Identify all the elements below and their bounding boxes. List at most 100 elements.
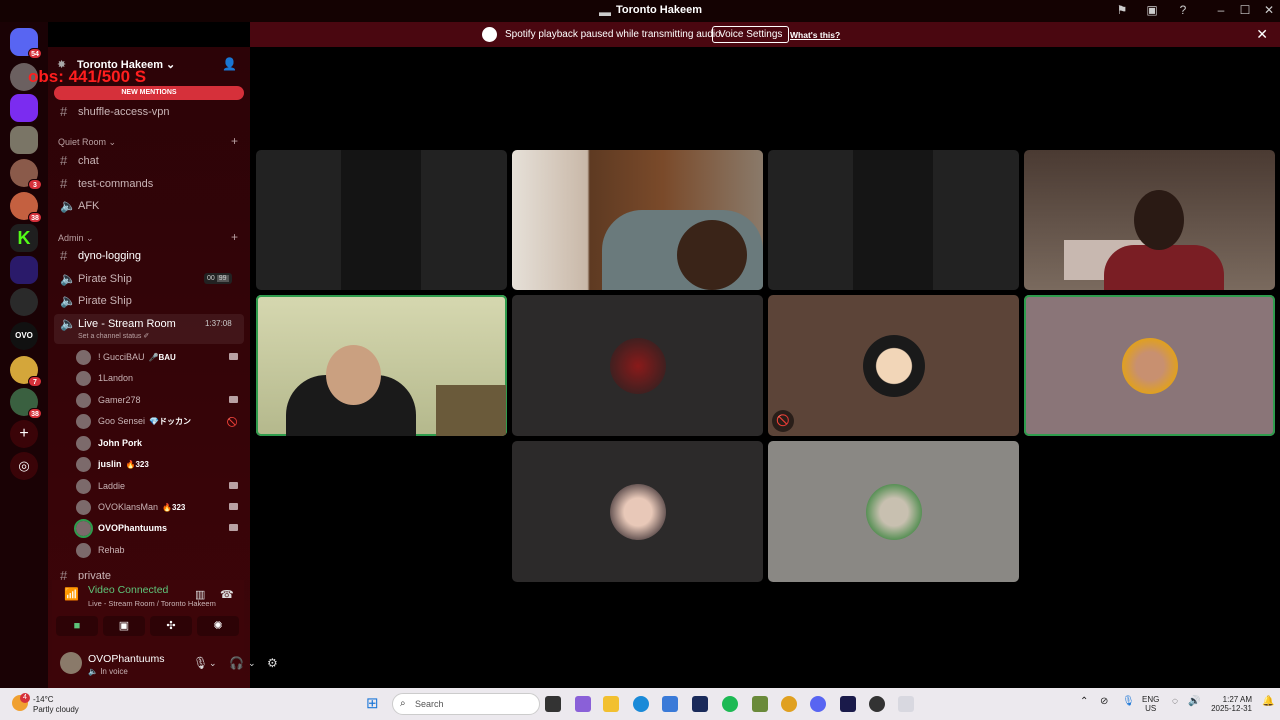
video-tile[interactable] <box>768 441 1019 582</box>
edge-icon[interactable] <box>633 696 649 712</box>
copilot-icon[interactable] <box>575 696 591 712</box>
server-icon[interactable]: 38 <box>10 388 42 419</box>
channel-test-commands[interactable]: # test-commands <box>54 174 244 194</box>
voice-user[interactable]: 1Landon <box>76 370 242 390</box>
spotify-icon[interactable] <box>722 696 738 712</box>
channel-chat[interactable]: # chat <box>54 151 244 171</box>
add-server-icon[interactable]: + <box>10 420 38 448</box>
add-channel-icon[interactable]: + <box>231 230 238 244</box>
whats-this-link[interactable]: What's this? <box>790 30 840 40</box>
channel-afk[interactable]: 🔈 AFK <box>54 196 244 216</box>
wifi-icon[interactable]: ◌ <box>1172 696 1178 707</box>
inbox-flag-icon[interactable]: ⚑ <box>1115 3 1129 17</box>
store-icon[interactable] <box>662 696 678 712</box>
voice-user[interactable]: OVOPhantuums <box>74 519 242 540</box>
video-tile[interactable] <box>1024 295 1275 436</box>
channel-live-stream-room[interactable]: 🔈 Live - Stream Room 1:37:08 Set a chann… <box>54 314 244 344</box>
discover-icon[interactable]: ◎ <box>10 452 38 480</box>
channel-shuffle-access-vpn[interactable]: # shuffle-access-vpn <box>54 102 244 122</box>
channel-private[interactable]: # private <box>54 566 244 580</box>
volume-icon[interactable]: 🔊 <box>1188 696 1200 707</box>
video-tile[interactable] <box>512 295 763 436</box>
add-channel-icon[interactable]: + <box>231 134 238 148</box>
avatar <box>862 334 925 397</box>
video-tile[interactable]: 🚫 <box>768 295 1019 436</box>
video-feed <box>677 220 747 290</box>
voice-user[interactable]: Gamer278 <box>76 392 242 412</box>
noise-suppression-icon[interactable]: ▥ <box>195 588 205 601</box>
discord-icon[interactable] <box>810 696 826 712</box>
voice-settings-button[interactable]: Voice Settings <box>712 26 790 43</box>
snipping-tool-icon[interactable] <box>898 696 914 712</box>
chrome-icon[interactable] <box>781 696 797 712</box>
microphone-icon[interactable]: 🎙 <box>1122 696 1135 707</box>
voice-user[interactable]: Rehab <box>76 542 242 562</box>
task-view-icon[interactable] <box>545 696 561 712</box>
server-icon[interactable]: 38 <box>10 192 42 223</box>
video-tile[interactable] <box>256 150 507 290</box>
kick-server-icon[interactable]: K <box>10 224 38 252</box>
voice-status[interactable]: Video Connected <box>88 584 168 596</box>
channel-dyno-logging[interactable]: # dyno-logging <box>54 246 244 266</box>
voice-user[interactable]: OVOKlansMan 🔥323 <box>76 499 242 519</box>
app-icon[interactable] <box>752 696 768 712</box>
help-icon[interactable]: ? <box>1176 3 1190 17</box>
video-tile[interactable] <box>768 150 1019 290</box>
taskbar-search[interactable]: ⌕ Search <box>392 693 540 715</box>
avatar[interactable] <box>60 652 82 674</box>
speaker-icon: 🔈 <box>60 271 77 286</box>
home-button[interactable]: 54 <box>10 28 42 59</box>
inbox-icon[interactable]: ▣ <box>1145 3 1159 17</box>
category-admin[interactable]: Admin ⌄ <box>58 233 94 244</box>
channel-status[interactable]: Set a channel status ✐ <box>78 327 149 347</box>
ovo-server-icon[interactable]: OVO <box>10 322 38 350</box>
user-name[interactable]: OVOPhantuums <box>88 653 164 665</box>
chevron-down-icon[interactable]: ⌄ <box>209 658 217 669</box>
notifications-icon[interactable]: 🔔 <box>1262 696 1274 707</box>
weather-widget[interactable]: -14°C Partly cloudy <box>33 695 79 715</box>
voice-user[interactable]: Laddie <box>76 478 242 498</box>
headphones-icon[interactable]: 🎧 <box>229 656 244 670</box>
obs-icon[interactable] <box>869 696 885 712</box>
camera-button[interactable]: ■ <box>56 616 98 636</box>
voice-user[interactable]: ! GucciBAU 🎤BAU <box>76 349 242 369</box>
minimize-button[interactable]: – <box>1214 3 1228 17</box>
new-mentions-bar[interactable]: NEW MENTIONS <box>54 86 244 100</box>
chevron-down-icon[interactable]: ⌄ <box>248 658 256 669</box>
close-window-button[interactable]: ✕ <box>1262 3 1276 17</box>
maximize-button[interactable]: ☐ <box>1238 3 1252 17</box>
network-icon[interactable]: ⊘ <box>1100 696 1108 707</box>
screen-share-button[interactable]: ▣ <box>103 616 145 636</box>
clock[interactable]: 1:27 AM 2025-12-31 <box>1208 695 1252 713</box>
server-icon[interactable]: 3 <box>10 159 42 190</box>
file-explorer-icon[interactable] <box>603 696 619 712</box>
voice-user[interactable]: juslin 🔥323 <box>76 456 242 476</box>
server-icon[interactable]: 7 <box>10 356 42 387</box>
server-icon[interactable] <box>10 288 38 316</box>
activities-button[interactable]: ✣ <box>150 616 192 636</box>
soundboard-button[interactable]: ✺ <box>197 616 239 636</box>
category-quiet-room[interactable]: Quiet Room ⌄ <box>58 137 116 148</box>
voice-user[interactable]: Goo Sensei 💎ドッカン 🚫 <box>76 413 242 433</box>
video-tile[interactable] <box>1024 150 1275 290</box>
channel-pirate-ship[interactable]: 🔈 Pirate Ship 00 99 <box>54 269 244 289</box>
invite-icon[interactable]: 👤 <box>222 57 237 71</box>
channel-pirate-ship[interactable]: 🔈 Pirate Ship <box>54 291 244 311</box>
chevron-up-icon[interactable]: ⌃ <box>1080 696 1088 707</box>
video-tile[interactable] <box>512 441 763 582</box>
voice-user[interactable]: John Pork <box>76 435 242 455</box>
notice-bar: Spotify playback paused while transmitti… <box>250 22 1280 47</box>
server-icon[interactable] <box>10 94 38 122</box>
video-tile[interactable] <box>512 150 763 290</box>
microphone-icon[interactable]: 🎙 <box>193 656 208 670</box>
disconnect-icon[interactable]: ☎ <box>220 588 234 601</box>
server-icon[interactable] <box>10 126 38 154</box>
server-icon[interactable] <box>10 256 38 284</box>
settings-gear-icon[interactable]: ⚙ <box>267 656 278 670</box>
windows-start-icon[interactable]: ⊞ <box>366 695 383 712</box>
language-indicator[interactable]: ENG US <box>1142 695 1159 713</box>
app-icon[interactable] <box>692 696 708 712</box>
video-tile[interactable] <box>256 295 507 436</box>
close-notice-icon[interactable]: ✕ <box>1256 26 1268 43</box>
premiere-icon[interactable] <box>840 696 856 712</box>
